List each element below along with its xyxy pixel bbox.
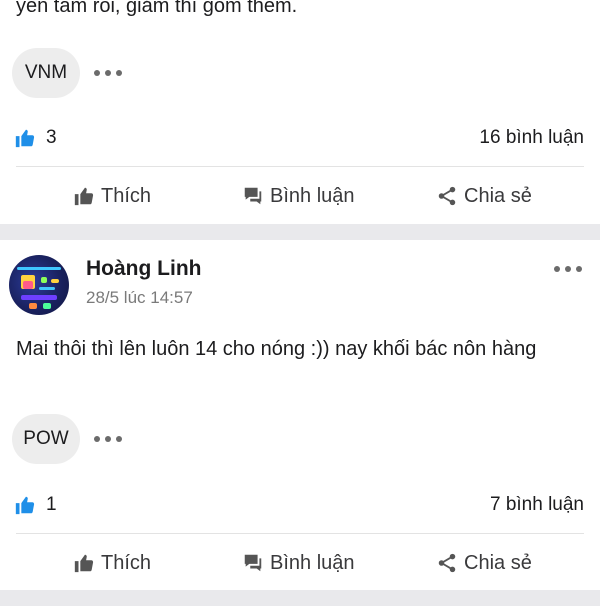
post-text: Mai thôi thì lên luôn 14 cho nóng :)) na…: [16, 338, 537, 360]
like-summary[interactable]: 1: [14, 491, 57, 519]
like-button[interactable]: Thích: [73, 181, 151, 211]
post-separator: [0, 590, 600, 606]
more-options-icon[interactable]: [94, 68, 122, 78]
post-time: 28/5 lúc 14:57: [86, 288, 193, 307]
comment-button[interactable]: Bình luận: [242, 548, 355, 578]
like-icon: [15, 496, 35, 515]
share-label: Chia sẻ: [464, 551, 532, 574]
more-options-icon[interactable]: [94, 434, 122, 444]
ticker-tag[interactable]: POW: [12, 414, 80, 464]
divider: [16, 166, 584, 167]
like-button[interactable]: Thích: [73, 548, 151, 578]
like-label: Thích: [101, 551, 152, 574]
like-count: 3: [46, 127, 57, 148]
comment-label: Bình luận: [270, 551, 355, 574]
like-summary[interactable]: 3: [14, 124, 57, 152]
avatar[interactable]: [9, 255, 69, 315]
comment-icon: [244, 187, 262, 205]
thumb-icon: [74, 554, 94, 573]
post-separator: [0, 224, 600, 240]
author-name[interactable]: Hoàng Linh: [86, 257, 201, 281]
share-button[interactable]: Chia sẻ: [436, 181, 532, 211]
divider: [16, 533, 584, 534]
post-text: yên tâm rồi, giảm thì gom thêm.: [16, 0, 298, 17]
like-icon: [15, 129, 35, 148]
comment-icon: [244, 554, 262, 572]
like-count: 1: [46, 494, 57, 515]
comment-count[interactable]: 7 bình luận: [490, 494, 584, 516]
ticker-tag[interactable]: VNM: [12, 48, 80, 98]
like-label: Thích: [101, 184, 152, 207]
more-options-icon[interactable]: [554, 264, 582, 274]
share-icon: [438, 553, 456, 573]
comment-button[interactable]: Bình luận: [242, 181, 355, 211]
comment-count[interactable]: 16 bình luận: [479, 127, 584, 149]
share-button[interactable]: Chia sẻ: [436, 548, 532, 578]
share-icon: [438, 186, 456, 206]
thumb-icon: [74, 187, 94, 206]
share-label: Chia sẻ: [464, 184, 532, 207]
comment-label: Bình luận: [270, 184, 355, 207]
